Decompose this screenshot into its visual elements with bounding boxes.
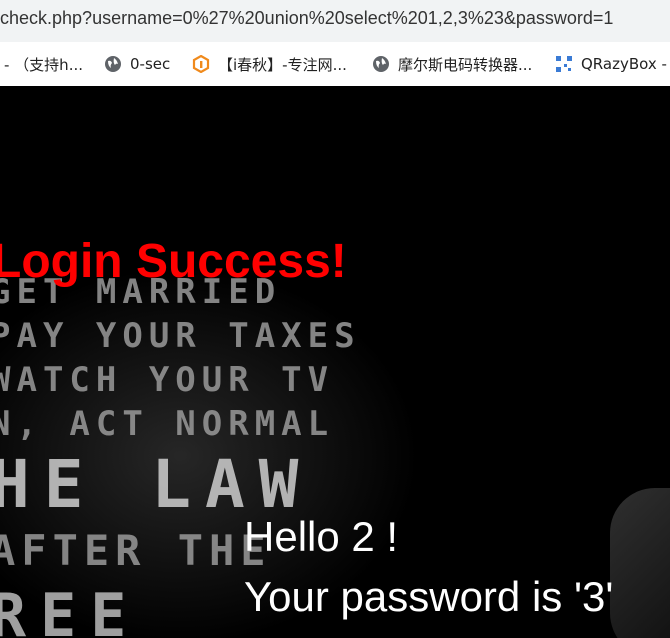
bookmark-label: 摩尔斯电码转换器... [398,55,533,74]
bookmark-label: QRazyBox - [581,55,667,73]
bookmark-item-ichunqiu[interactable]: 【i春秋】-专注网... [192,53,347,75]
poster-line: WATCH YOUR TV [0,360,335,400]
login-success-heading: Login Success! [0,235,347,288]
ichunqiu-logo-icon [192,54,210,74]
qr-code-icon [555,55,573,73]
address-bar[interactable]: check.php?username=0%27%20union%20select… [0,0,670,42]
bookmark-label: 【i春秋】-专注网... [218,55,347,74]
greeting-text: Hello 2 ! [244,513,399,560]
bookmark-item-morse[interactable]: 摩尔斯电码转换器... [372,53,532,75]
poster-line: N, ACT NORMAL [0,404,335,444]
bookmark-label: 0-sec [130,55,171,73]
globe-icon [372,55,390,73]
globe-icon [104,55,122,73]
bookmarks-bar: - （支持h... 0-sec 【i春秋】-专注网... 摩尔斯电码转换器...… [0,42,670,87]
bookmark-item-0-sec[interactable]: 0-sec [104,53,170,75]
bookmark-item-qrazybox[interactable]: QRazyBox - [555,53,667,75]
background-figure [610,488,670,638]
bookmark-item-support[interactable]: - （支持h... [4,53,83,75]
page-content: GET MARRIED PAY YOUR TAXES WATCH YOUR TV… [0,86,670,638]
poster-line: PAY YOUR TAXES [0,316,361,356]
password-message: Your password is '3' [244,573,614,620]
poster-line: REE [0,581,141,638]
url-text[interactable]: check.php?username=0%27%20union%20select… [0,8,613,29]
bookmark-label: - （支持h... [4,55,83,74]
poster-line: AFTER THE [0,526,272,575]
